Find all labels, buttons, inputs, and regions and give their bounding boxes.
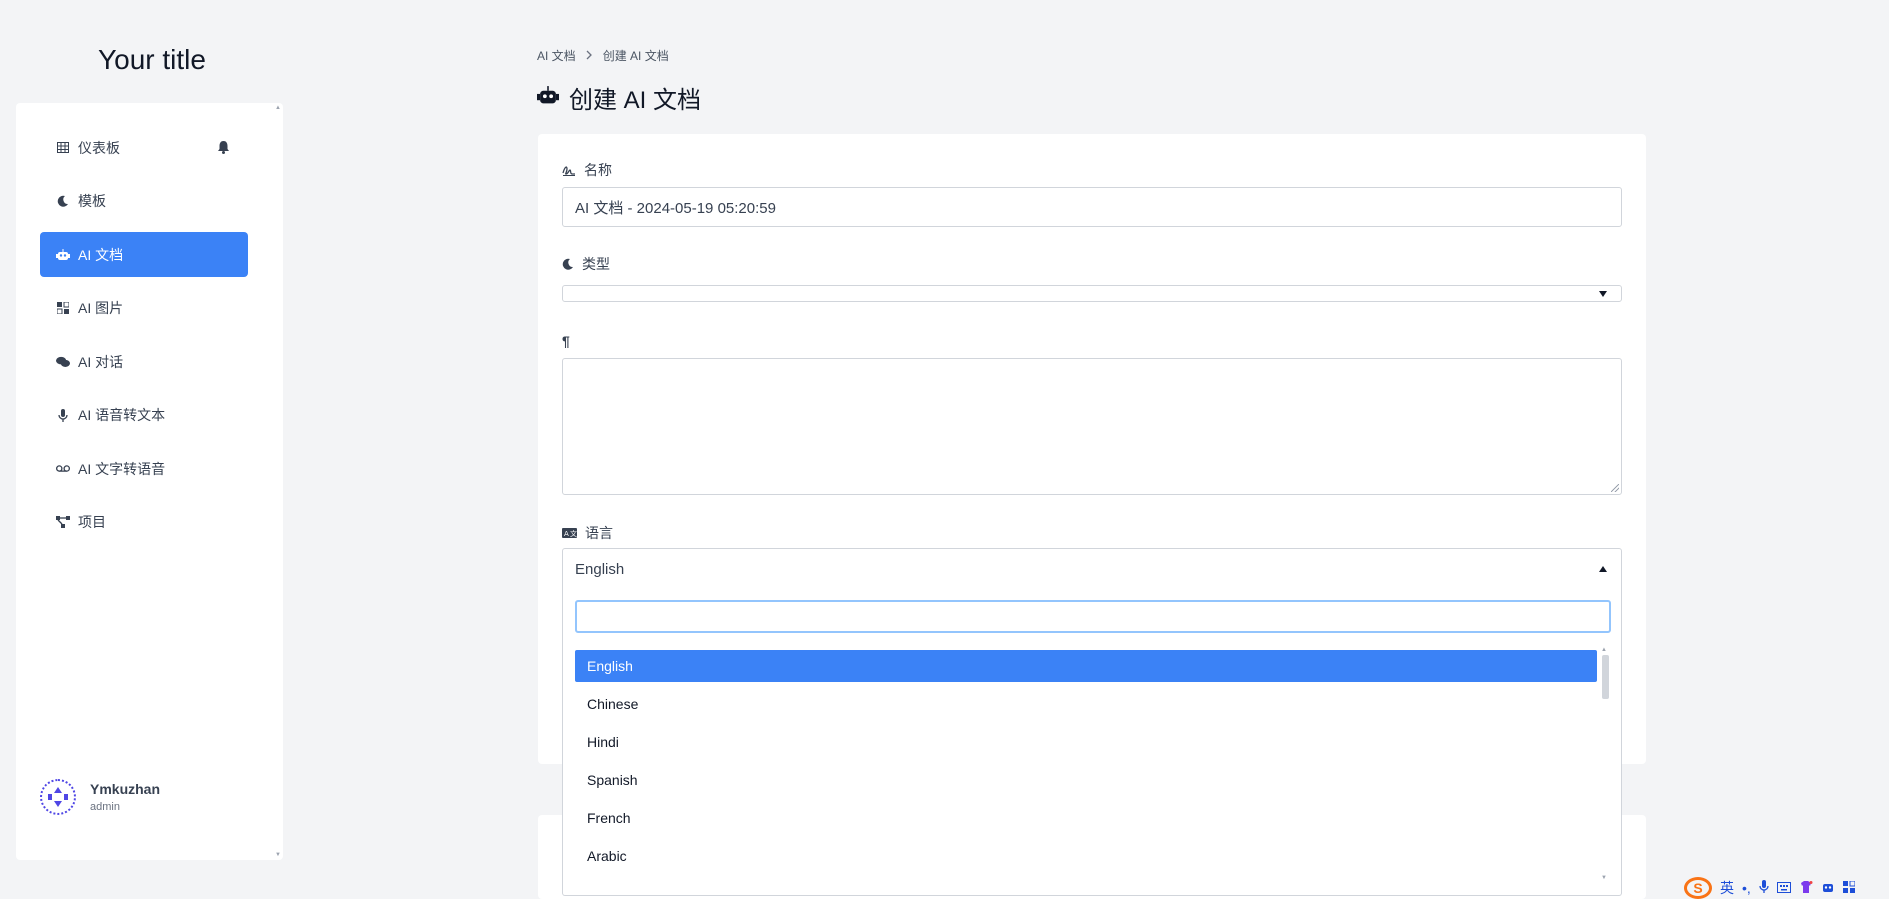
skin-icon[interactable] [1799, 880, 1813, 896]
page-title: 创建 AI 文档 [537, 80, 701, 115]
paragraph-label: ¶ [562, 333, 570, 349]
bell-icon[interactable] [217, 140, 230, 157]
grid-menu-icon[interactable] [1842, 880, 1856, 896]
sidebar-nav: 仪表板 模板 AI 文档 AI 图片 AI 对话 AI 语音转文本 AI 文字转… [40, 125, 248, 553]
language-options-list: English Chinese Hindi Spanish French Ara… [575, 650, 1597, 878]
moon-icon [56, 194, 70, 208]
sidebar-item-ai-chat[interactable]: AI 对话 [40, 339, 248, 384]
scroll-down-arrow[interactable]: ▼ [275, 852, 281, 858]
robot-icon[interactable] [1821, 880, 1835, 896]
svg-text:A: A [564, 530, 569, 538]
sidebar-item-label: 仪表板 [78, 139, 120, 156]
sidebar-item-ai-text-to-speech[interactable]: AI 文字转语音 [40, 446, 248, 491]
moon-icon [562, 258, 574, 270]
sidebar-item-label: AI 语音转文本 [78, 407, 166, 423]
language-label: A文 语言 [562, 523, 613, 543]
image-grid-icon [56, 301, 70, 315]
table-icon [56, 141, 70, 155]
comments-icon [56, 355, 70, 369]
sidebar-item-ai-images[interactable]: AI 图片 [40, 286, 248, 331]
caret-up-icon [1599, 566, 1607, 572]
chevron-right-icon [586, 49, 593, 63]
type-label-text: 类型 [582, 256, 610, 272]
ime-logo[interactable]: S [1684, 876, 1712, 899]
breadcrumb-link-ai-documents[interactable]: AI 文档 [537, 47, 576, 64]
breadcrumb-current: 创建 AI 文档 [602, 49, 669, 63]
language-option[interactable]: French [575, 802, 1597, 834]
sidebar-item-ai-speech-to-text[interactable]: AI 语音转文本 [40, 393, 248, 438]
paragraph-icon: ¶ [562, 333, 570, 349]
voicemail-icon [56, 462, 70, 476]
language-option[interactable]: Spanish [575, 764, 1597, 796]
language-select-value: English [575, 560, 625, 578]
svg-text:文: 文 [570, 529, 577, 538]
sidebar-item-label: AI 文档 [78, 246, 124, 263]
app-title: Your title [98, 44, 206, 75]
sidebar: ▲ 仪表板 模板 AI 文档 AI 图片 AI 对话 AI 语音转文本 AI 文… [16, 103, 283, 860]
language-label-text: 语言 [585, 525, 613, 541]
language-option[interactable]: Chinese [575, 688, 1597, 720]
scroll-up-arrow[interactable]: ▲ [275, 105, 281, 111]
language-option[interactable]: English [575, 650, 1597, 682]
keyboard-icon[interactable] [1776, 880, 1791, 896]
sidebar-item-ai-documents[interactable]: AI 文档 [40, 232, 248, 277]
type-select[interactable] [562, 285, 1622, 302]
microphone-icon[interactable] [1759, 879, 1769, 896]
user-profile[interactable]: Ymkuzhan admin [40, 779, 160, 815]
avatar [40, 779, 76, 815]
name-input[interactable]: AI 文档 - 2024-05-19 05:20:59 [562, 187, 1622, 227]
user-name: Ymkuzhan [90, 781, 161, 797]
language-dropdown: ▲ English Chinese Hindi Spanish French A… [562, 589, 1622, 896]
sidebar-item-dashboard[interactable]: 仪表板 [40, 125, 248, 170]
breadcrumb: AI 文档 创建 AI 文档 [537, 47, 669, 64]
scroll-down-arrow[interactable]: ▼ [1601, 875, 1607, 881]
robot-icon [56, 248, 70, 262]
sidebar-item-label: AI 图片 [78, 300, 124, 316]
caret-down-icon [1599, 290, 1607, 297]
content-textarea[interactable] [562, 358, 1622, 495]
type-label: 类型 [562, 254, 610, 274]
resize-handle[interactable] [1611, 484, 1619, 492]
microphone-icon [56, 408, 70, 422]
ime-toolbar: S 英 •, [1684, 876, 1856, 899]
sidebar-item-templates[interactable]: 模板 [40, 179, 248, 224]
project-diagram-icon [56, 515, 70, 529]
scroll-up-arrow[interactable]: ▲ [1601, 647, 1607, 653]
sidebar-item-label: 项目 [78, 514, 106, 530]
signature-icon [562, 165, 576, 176]
language-option[interactable]: Hindi [575, 726, 1597, 758]
name-input-value: AI 文档 - 2024-05-19 05:20:59 [575, 199, 776, 217]
robot-icon [537, 84, 559, 112]
sidebar-item-label: AI 文字转语音 [78, 460, 166, 477]
sidebar-item-label: AI 对话 [78, 353, 124, 370]
language-icon: A文 [562, 528, 577, 538]
name-label-text: 名称 [584, 162, 612, 178]
user-role: admin [90, 801, 120, 813]
ime-punctuation-icon[interactable]: •, [1742, 880, 1751, 896]
language-option[interactable]: Arabic [575, 840, 1597, 872]
language-search-input[interactable] [575, 600, 1611, 633]
language-select[interactable]: English [562, 548, 1622, 590]
dropdown-scrollbar[interactable] [1602, 655, 1609, 699]
ime-mode-toggle[interactable]: 英 [1720, 878, 1734, 898]
page-title-text: 创建 AI 文档 [569, 87, 702, 114]
sidebar-item-label: 模板 [78, 193, 106, 209]
sidebar-item-projects[interactable]: 项目 [40, 500, 248, 545]
name-label: 名称 [562, 160, 612, 180]
